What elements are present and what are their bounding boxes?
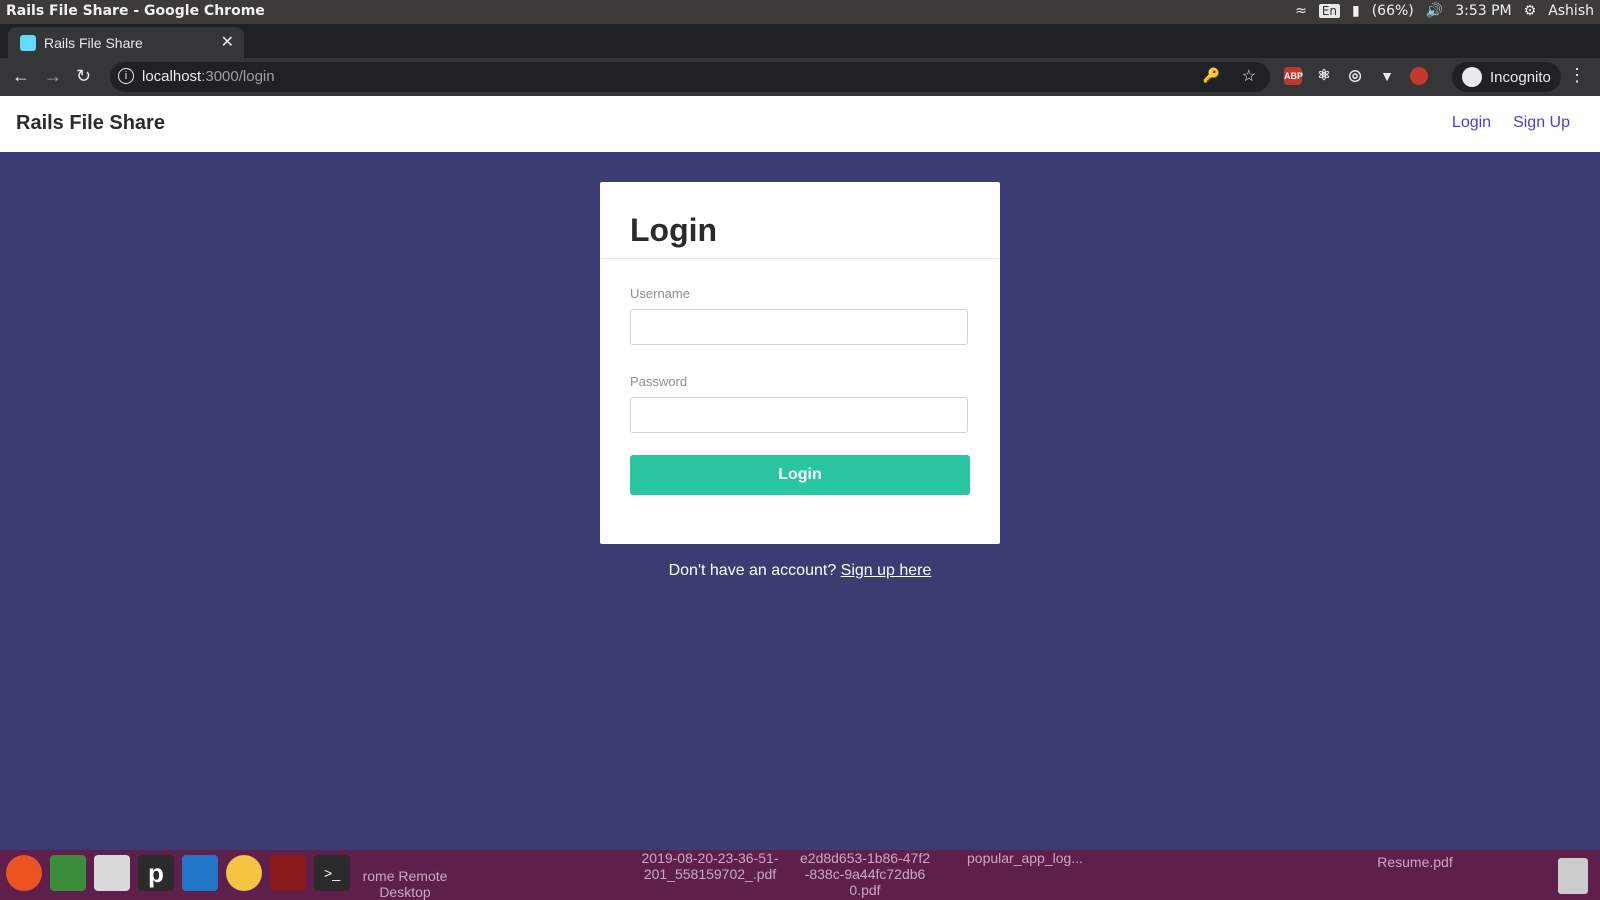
volume-icon[interactable]: 🔊 (1426, 3, 1443, 19)
tab-strip: Rails File Share ✕ + (0, 24, 1600, 77)
login-title: Login (630, 212, 718, 248)
chrome-icon[interactable] (226, 855, 262, 891)
forward-icon[interactable]: → (44, 66, 62, 87)
card-divider (600, 258, 1000, 259)
adblock-extension-icon[interactable]: ABP (1284, 67, 1303, 85)
favicon-icon (20, 35, 36, 51)
vue-devtools-icon[interactable]: ▼ (1378, 67, 1396, 85)
key-icon[interactable]: 🔑 (1203, 67, 1220, 84)
incognito-label: Incognito (1490, 68, 1551, 86)
close-tab-icon[interactable]: ✕ (221, 32, 234, 52)
battery-percent[interactable]: (66%) (1372, 3, 1414, 19)
gear-icon[interactable]: ⚙ (1524, 3, 1537, 19)
signup-prompt-text: Don't have an account? (668, 562, 837, 579)
terminal-icon[interactable]: >_ (314, 855, 350, 891)
incognito-icon (1462, 67, 1482, 87)
user-name[interactable]: Ashish (1548, 3, 1594, 19)
browser-tab[interactable]: Rails File Share ✕ (8, 27, 244, 58)
password-input[interactable] (630, 397, 968, 433)
ubuntu-launcher-icon[interactable] (6, 855, 42, 891)
app-icon[interactable] (270, 855, 306, 891)
tab-title: Rails File Share (44, 35, 143, 51)
desktop-item[interactable]: e2d8d653-1b86-47f2-838c-9a44fc72db60.pdf (800, 850, 930, 898)
url-path: :3000/login (201, 68, 275, 85)
window-title: Rails File Share - Google Chrome (6, 3, 265, 19)
login-submit-button[interactable]: Login (630, 455, 970, 495)
incognito-badge[interactable]: Incognito (1452, 62, 1561, 92)
reload-icon[interactable]: ↻ (76, 66, 91, 87)
url-text[interactable]: localhost:3000/login (142, 68, 275, 85)
signup-prompt: Don't have an account? Sign up here (0, 562, 1600, 580)
app-navbar: Rails File Share Login Sign Up (0, 96, 1600, 152)
menu-icon[interactable]: ⋮ (1568, 65, 1586, 86)
postman-icon[interactable]: p (138, 855, 174, 891)
username-label: Username (630, 286, 690, 301)
browser-toolbar: ← → ↻ i localhost:3000/login 🔑 ☆ ABP ⚛ ◎… (0, 58, 1600, 96)
username-input[interactable] (630, 309, 968, 345)
desktop-item[interactable]: Resume.pdf (1370, 854, 1460, 870)
desktop-item[interactable]: rome Remote Desktop (360, 868, 450, 900)
react-devtools-icon[interactable]: ⚛ (1315, 67, 1333, 85)
back-icon[interactable]: ← (12, 66, 30, 87)
url-host: localhost (142, 68, 202, 85)
nav-login-link[interactable]: Login (1452, 114, 1491, 132)
nav-signup-link[interactable]: Sign Up (1513, 114, 1570, 132)
app-icon[interactable] (50, 855, 86, 891)
site-info-icon[interactable]: i (118, 68, 134, 84)
password-label: Password (630, 374, 688, 389)
address-bar[interactable]: i localhost:3000/login 🔑 ☆ (110, 62, 1270, 92)
brand-logo[interactable]: Rails File Share (16, 112, 165, 135)
battery-icon[interactable]: ▮ (1352, 3, 1360, 19)
vscode-icon[interactable] (182, 855, 218, 891)
desktop-item[interactable]: 2019-08-20-23-36-51-201_558159702_.pdf (640, 850, 780, 882)
redux-extension-icon[interactable] (1410, 67, 1428, 85)
signup-here-link[interactable]: Sign up here (841, 562, 932, 579)
target-extension-icon[interactable]: ◎ (1346, 67, 1364, 85)
wifi-icon[interactable]: ≈ (1295, 3, 1307, 19)
files-icon[interactable] (94, 855, 130, 891)
bookmark-star-icon[interactable]: ☆ (1242, 66, 1256, 86)
desktop-item[interactable]: popular_app_log... (950, 850, 1100, 866)
system-tray: ≈ En ▮ (66%) 🔊 3:53 PM ⚙ Ashish (1295, 3, 1594, 19)
trash-icon[interactable] (1558, 858, 1588, 894)
os-taskbar: p >_ rome Remote Desktop 2019-08-20-23-3… (0, 850, 1600, 900)
nav-links: Login Sign Up (1452, 114, 1570, 132)
language-indicator[interactable]: En (1318, 4, 1340, 18)
system-top-bar: Rails File Share - Google Chrome ≈ En ▮ … (0, 0, 1600, 24)
login-card: Login Username Password Login (600, 182, 1000, 544)
clock[interactable]: 3:53 PM (1455, 3, 1511, 19)
